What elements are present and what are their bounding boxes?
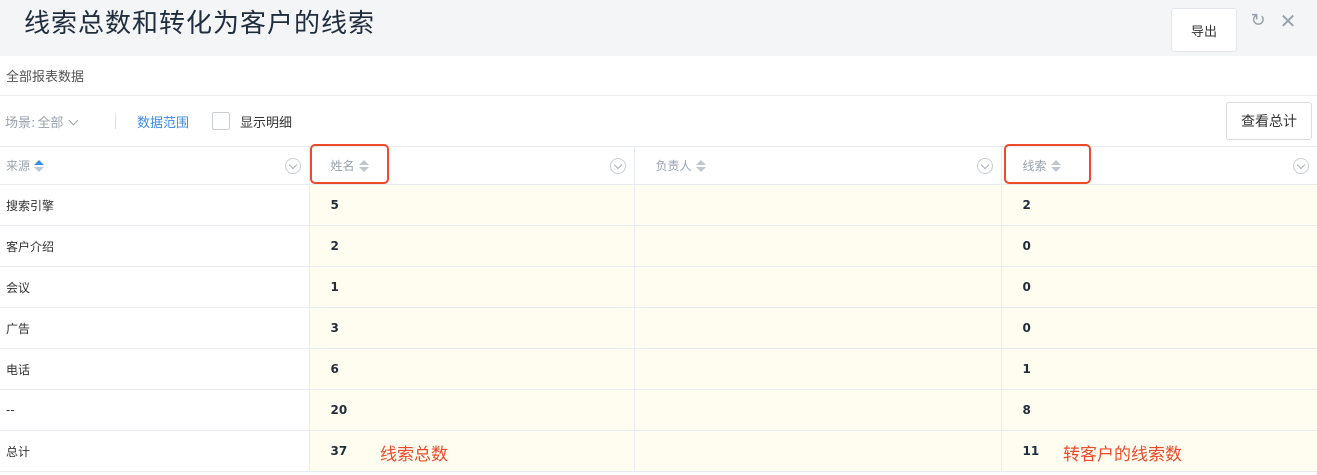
cell-owner — [634, 225, 1002, 267]
scene-label: 场景: — [5, 116, 36, 131]
cell-leads: 1 — [1001, 348, 1317, 390]
column-menu-icon[interactable] — [976, 158, 993, 174]
all-report-data-label: 全部报表数据 — [6, 70, 85, 85]
annotation-total-leads: 线索总数 — [380, 445, 448, 465]
cell-leads: 0 — [1001, 225, 1317, 267]
cell-leads: 2 — [1001, 184, 1317, 226]
cell-source: -- — [0, 389, 310, 431]
cell-name-count: 5 — [309, 184, 635, 226]
page-title: 线索总数和转化为客户的线索 — [24, 9, 376, 39]
show-detail-label: 显示明细 — [240, 116, 293, 131]
cell-name-count: 3 — [309, 307, 635, 349]
table-row: -- 20 8 — [0, 389, 1317, 431]
table-row: 客户介绍 2 0 — [0, 225, 1317, 267]
table-row: 电话 6 1 — [0, 348, 1317, 390]
annotation-converted-leads: 转客户的线索数 — [1063, 445, 1182, 465]
cell-source: 总计 — [0, 430, 310, 472]
report-header: 线索总数和转化为客户的线索 导出 ↻ ✕ — [0, 0, 1317, 56]
cell-owner — [634, 348, 1002, 390]
cell-name-count: 1 — [309, 266, 635, 308]
cell-source: 会议 — [0, 266, 310, 308]
sort-icon[interactable] — [34, 159, 45, 172]
highlight-box-leads — [1004, 144, 1091, 184]
view-total-button[interactable]: 查看总计 — [1226, 102, 1312, 140]
column-menu-icon[interactable] — [1292, 158, 1309, 174]
column-menu-icon[interactable] — [284, 158, 301, 174]
cell-source: 客户介绍 — [0, 225, 310, 267]
close-icon[interactable]: ✕ — [1279, 11, 1297, 31]
sort-icon[interactable] — [695, 159, 706, 172]
cell-owner — [634, 430, 1002, 472]
cell-owner — [634, 184, 1002, 226]
highlight-box-name — [310, 144, 389, 184]
report-table: 来源 姓名 负责人 线索 搜索引擎 5 2 客户介绍 2 0 会议 1 0 广告… — [0, 146, 1317, 472]
cell-source: 电话 — [0, 348, 310, 390]
cell-source: 搜索引擎 — [0, 184, 310, 226]
cell-leads: 0 — [1001, 307, 1317, 349]
show-detail-checkbox[interactable] — [212, 112, 230, 130]
cell-owner — [634, 266, 1002, 308]
column-label: 来源 — [6, 159, 31, 173]
cell-name-count: 37 — [309, 430, 635, 472]
cell-leads: 0 — [1001, 266, 1317, 308]
table-row: 搜索引擎 5 2 — [0, 184, 1317, 226]
scene-value: 全部 — [37, 116, 64, 131]
chevron-down-icon — [68, 115, 79, 126]
cell-owner — [634, 307, 1002, 349]
cell-owner — [634, 389, 1002, 431]
scene-dropdown[interactable]: 场景: 全部 — [5, 112, 79, 131]
cell-source: 广告 — [0, 307, 310, 349]
column-header-source[interactable]: 来源 — [0, 146, 310, 185]
table-row: 广告 3 0 — [0, 307, 1317, 349]
filter-toolbar: 场景: 全部 数据范围 显示明细 查看总计 — [0, 96, 1317, 146]
table-row: 会议 1 0 — [0, 266, 1317, 308]
cell-leads: 8 — [1001, 389, 1317, 431]
toolbar-divider — [115, 113, 116, 129]
column-menu-icon[interactable] — [609, 158, 626, 174]
cell-name-count: 2 — [309, 225, 635, 267]
refresh-icon[interactable]: ↻ — [1249, 12, 1267, 30]
column-label: 负责人 — [655, 159, 692, 173]
column-header-owner[interactable]: 负责人 — [634, 146, 1002, 185]
report-subheader: 全部报表数据 — [0, 56, 1317, 96]
cell-name-count: 6 — [309, 348, 635, 390]
table-header-row: 来源 姓名 负责人 线索 — [0, 146, 1317, 185]
data-range-link[interactable]: 数据范围 — [137, 112, 189, 131]
cell-name-count: 20 — [309, 389, 635, 431]
export-button[interactable]: 导出 — [1171, 8, 1237, 52]
